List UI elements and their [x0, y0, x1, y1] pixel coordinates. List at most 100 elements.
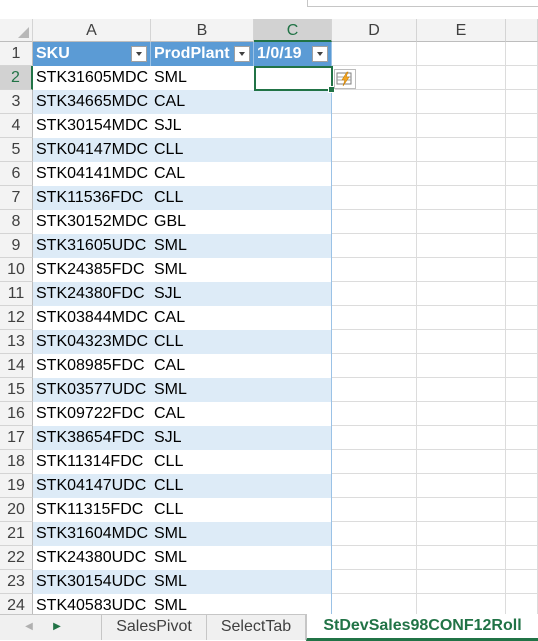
cell[interactable]: [506, 426, 538, 450]
cell[interactable]: [506, 570, 538, 594]
flash-fill-icon[interactable]: [334, 69, 356, 89]
cell[interactable]: [417, 378, 506, 402]
cell[interactable]: [506, 186, 538, 210]
sku-cell[interactable]: STK11536FDC: [33, 186, 151, 210]
date-cell[interactable]: [254, 210, 332, 234]
cell[interactable]: [417, 450, 506, 474]
sku-cell[interactable]: STK04141MDC: [33, 162, 151, 186]
cell[interactable]: [332, 426, 417, 450]
sku-cell[interactable]: STK04323MDC: [33, 330, 151, 354]
row-header-13[interactable]: 13: [0, 330, 33, 354]
prodplant-cell[interactable]: SML: [151, 258, 254, 282]
prodplant-cell[interactable]: CLL: [151, 330, 254, 354]
sku-cell[interactable]: STK31605MDC: [33, 66, 151, 90]
cell[interactable]: [332, 450, 417, 474]
row-header-9[interactable]: 9: [0, 234, 33, 258]
cell[interactable]: [417, 354, 506, 378]
date-cell[interactable]: [254, 258, 332, 282]
table-header-1[interactable]: ProdPlant: [151, 42, 254, 66]
cell[interactable]: [417, 114, 506, 138]
cell[interactable]: [506, 474, 538, 498]
tab-selecttab[interactable]: SelectTab: [207, 615, 306, 640]
cell[interactable]: [417, 210, 506, 234]
sku-cell[interactable]: STK24380UDC: [33, 546, 151, 570]
date-cell[interactable]: [254, 474, 332, 498]
cell[interactable]: [332, 42, 417, 66]
prodplant-cell[interactable]: CAL: [151, 306, 254, 330]
cell[interactable]: [506, 354, 538, 378]
cell[interactable]: [417, 402, 506, 426]
prodplant-cell[interactable]: SML: [151, 234, 254, 258]
cell[interactable]: [332, 258, 417, 282]
cell[interactable]: [332, 162, 417, 186]
date-cell[interactable]: [254, 498, 332, 522]
cell[interactable]: [332, 570, 417, 594]
column-header-c[interactable]: C: [254, 19, 332, 42]
cell[interactable]: [506, 330, 538, 354]
cell[interactable]: [332, 402, 417, 426]
date-cell[interactable]: [254, 282, 332, 306]
cell[interactable]: [417, 258, 506, 282]
date-cell[interactable]: [254, 114, 332, 138]
row-header-12[interactable]: 12: [0, 306, 33, 330]
column-header-d[interactable]: D: [332, 19, 417, 42]
cell[interactable]: [506, 546, 538, 570]
prodplant-cell[interactable]: GBL: [151, 210, 254, 234]
prodplant-cell[interactable]: SML: [151, 378, 254, 402]
tab-stdevsales98conf12roll[interactable]: StDevSales98CONF12Roll: [306, 614, 538, 641]
date-cell[interactable]: [254, 330, 332, 354]
cell[interactable]: [417, 522, 506, 546]
table-header-2[interactable]: 1/0/19: [254, 42, 332, 66]
cell[interactable]: [506, 138, 538, 162]
sku-cell[interactable]: STK11314FDC: [33, 450, 151, 474]
cell[interactable]: [417, 138, 506, 162]
filter-dropdown-icon[interactable]: [234, 46, 250, 62]
date-cell[interactable]: [254, 90, 332, 114]
sku-cell[interactable]: STK03844MDC: [33, 306, 151, 330]
cell[interactable]: [506, 210, 538, 234]
prodplant-cell[interactable]: CAL: [151, 90, 254, 114]
cell[interactable]: [506, 42, 538, 66]
row-header-23[interactable]: 23: [0, 570, 33, 594]
sku-cell[interactable]: STK31604MDC: [33, 522, 151, 546]
cell[interactable]: [506, 258, 538, 282]
triangle-right-icon[interactable]: ▶: [50, 619, 64, 635]
sku-cell[interactable]: STK34665MDC: [33, 90, 151, 114]
row-header-14[interactable]: 14: [0, 354, 33, 378]
row-header-18[interactable]: 18: [0, 450, 33, 474]
column-header-f[interactable]: [506, 19, 538, 42]
cell[interactable]: [506, 162, 538, 186]
table-header-0[interactable]: SKU: [33, 42, 151, 66]
triangle-left-icon[interactable]: ◀: [22, 619, 36, 635]
cell[interactable]: [332, 354, 417, 378]
row-header-19[interactable]: 19: [0, 474, 33, 498]
cell[interactable]: [332, 330, 417, 354]
column-header-a[interactable]: A: [33, 19, 151, 42]
cell[interactable]: [332, 186, 417, 210]
cell[interactable]: [417, 234, 506, 258]
cell[interactable]: [332, 378, 417, 402]
date-cell[interactable]: [254, 522, 332, 546]
date-cell[interactable]: [254, 450, 332, 474]
sku-cell[interactable]: STK31605UDC: [33, 234, 151, 258]
date-cell[interactable]: [254, 546, 332, 570]
row-header-8[interactable]: 8: [0, 210, 33, 234]
column-header-e[interactable]: E: [417, 19, 506, 42]
row-header-7[interactable]: 7: [0, 186, 33, 210]
prodplant-cell[interactable]: SML: [151, 570, 254, 594]
date-cell[interactable]: [254, 378, 332, 402]
sku-cell[interactable]: STK30154UDC: [33, 570, 151, 594]
cell[interactable]: [332, 234, 417, 258]
row-header-3[interactable]: 3: [0, 90, 33, 114]
cell[interactable]: [506, 378, 538, 402]
cell[interactable]: [417, 306, 506, 330]
prodplant-cell[interactable]: CLL: [151, 138, 254, 162]
row-header-1[interactable]: 1: [0, 42, 33, 66]
date-cell[interactable]: [254, 402, 332, 426]
cell[interactable]: [332, 90, 417, 114]
cell[interactable]: [506, 234, 538, 258]
date-cell[interactable]: [254, 234, 332, 258]
sku-cell[interactable]: STK11315FDC: [33, 498, 151, 522]
cell[interactable]: [332, 306, 417, 330]
row-header-15[interactable]: 15: [0, 378, 33, 402]
